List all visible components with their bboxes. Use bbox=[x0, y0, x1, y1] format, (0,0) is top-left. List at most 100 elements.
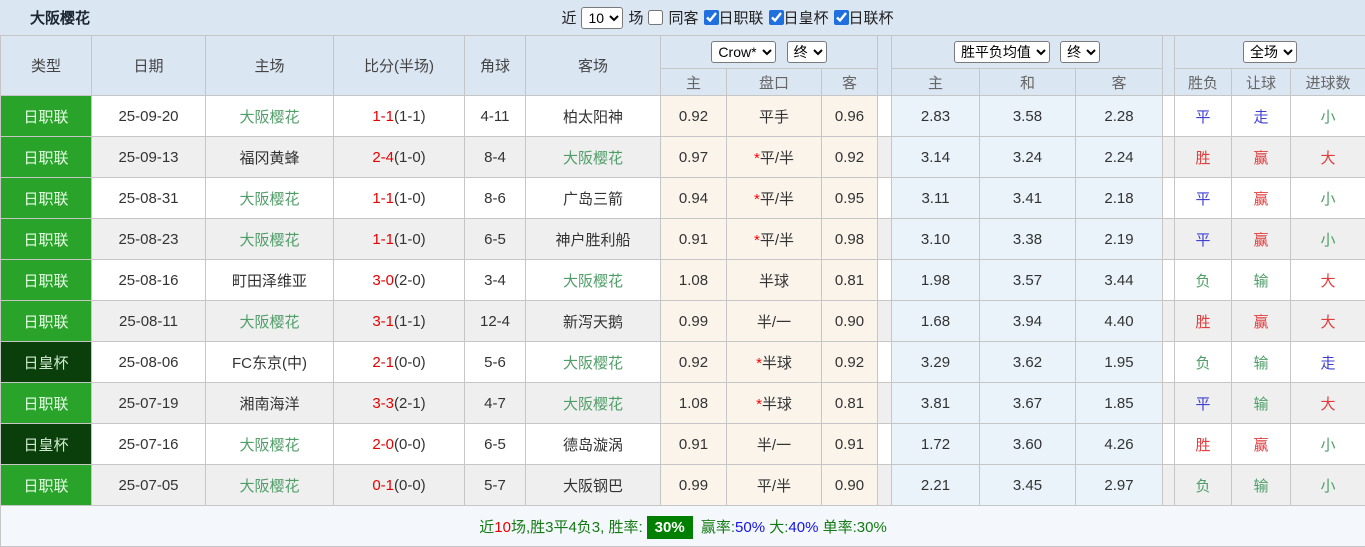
avg-draw-odds: 3.24 bbox=[979, 136, 1077, 178]
score: 2-4(1-0) bbox=[333, 136, 465, 178]
avg-home-odds: 3.11 bbox=[891, 177, 981, 219]
same-away-label: 同客 bbox=[668, 10, 699, 27]
handicap-result-cell: 赢 bbox=[1231, 136, 1292, 178]
subcol-handicap: 盘口 bbox=[726, 68, 822, 96]
away-team: 德岛漩涡 bbox=[525, 423, 661, 465]
avg-draw-odds: 3.58 bbox=[979, 95, 1077, 137]
score: 1-1(1-0) bbox=[333, 218, 465, 260]
odds-home: 0.99 bbox=[660, 300, 727, 342]
subcol-avg-away: 客 bbox=[1075, 68, 1164, 96]
handicap-line: 半/一 bbox=[726, 423, 822, 465]
subcol-goals: 进球数 bbox=[1290, 68, 1365, 96]
avg-draw-odds: 3.45 bbox=[979, 464, 1077, 506]
odds-away: 0.96 bbox=[820, 95, 879, 137]
goals-result-cell: 走 bbox=[1290, 341, 1365, 383]
match-row: 日职联 25-07-05 大阪樱花 0-1(0-0) 5-7 大阪钢巴 0.99 平/半 0.9… bbox=[0, 464, 1365, 506]
corner-count: 6-5 bbox=[464, 423, 526, 465]
match-date: 25-08-16 bbox=[91, 259, 206, 301]
topbar: 大阪樱花 近 10 场 同客 日职联 日皇杯 日联杯 bbox=[0, 0, 1365, 35]
separator-cell bbox=[1162, 95, 1176, 137]
handicap-result-cell: 输 bbox=[1231, 341, 1292, 383]
league-type-badge: 日职联 bbox=[0, 177, 92, 219]
league-type-badge: 日职联 bbox=[0, 300, 92, 342]
avg-home-odds: 3.81 bbox=[891, 382, 981, 424]
league-j1-checkbox[interactable] bbox=[703, 10, 719, 25]
avg-type-select[interactable]: 胜平负均值 bbox=[953, 41, 1050, 63]
match-date: 25-07-05 bbox=[91, 464, 206, 506]
goals-result-cell: 小 bbox=[1290, 177, 1365, 219]
emperor-cup-label: 日皇杯 bbox=[783, 10, 829, 27]
handicap-result-cell: 赢 bbox=[1231, 218, 1292, 260]
separator-cell bbox=[877, 95, 893, 137]
league-cup-label: 日联杯 bbox=[848, 10, 894, 27]
avg-away-odds: 1.85 bbox=[1075, 382, 1164, 424]
odds-company-select[interactable]: Crow* bbox=[711, 41, 777, 63]
col-header-date: 日期 bbox=[91, 35, 206, 96]
avg-draw-odds: 3.57 bbox=[979, 259, 1077, 301]
recent-count-select[interactable]: 10 bbox=[581, 6, 624, 29]
league-type-badge: 日皇杯 bbox=[0, 341, 92, 383]
handicap-result-cell: 赢 bbox=[1231, 423, 1292, 465]
handicap-result-cell: 输 bbox=[1231, 382, 1292, 424]
same-away-checkbox[interactable] bbox=[648, 10, 664, 25]
corner-count: 12-4 bbox=[464, 300, 526, 342]
separator-column bbox=[877, 35, 893, 96]
corner-count: 6-5 bbox=[464, 218, 526, 260]
league-j1-label: 日职联 bbox=[718, 10, 764, 27]
corner-count: 3-4 bbox=[464, 259, 526, 301]
separator-cell bbox=[1162, 136, 1176, 178]
result-cell: 平 bbox=[1174, 382, 1233, 424]
result-cell: 平 bbox=[1174, 218, 1233, 260]
odds-away: 0.92 bbox=[820, 136, 879, 178]
filter-controls: 近 10 场 同客 日职联 日皇杯 日联杯 bbox=[561, 6, 894, 29]
odds-home: 0.92 bbox=[660, 95, 727, 137]
match-row: 日皇杯 25-07-16 大阪樱花 2-0(0-0) 6-5 德岛漩涡 0.91 半/一 0.9… bbox=[0, 423, 1365, 465]
avg-away-odds: 4.40 bbox=[1075, 300, 1164, 342]
avg-home-odds: 3.29 bbox=[891, 341, 981, 383]
match-date: 25-08-31 bbox=[91, 177, 206, 219]
separator-cell bbox=[877, 464, 893, 506]
avg-select-group: 胜平负均值 终 bbox=[891, 35, 1164, 69]
odds-home: 0.91 bbox=[660, 423, 727, 465]
league-cup-checkbox[interactable] bbox=[833, 10, 849, 25]
score: 2-0(0-0) bbox=[333, 423, 465, 465]
league-type-badge: 日职联 bbox=[0, 464, 92, 506]
odds-away: 0.95 bbox=[820, 177, 879, 219]
avg-draw-odds: 3.41 bbox=[979, 177, 1077, 219]
handicap-result-cell: 输 bbox=[1231, 259, 1292, 301]
match-row: 日皇杯 25-08-06 FC东京(中) 2-1(0-0) 5-6 大阪樱花 0.92 *半球… bbox=[0, 341, 1365, 383]
odds-away: 0.81 bbox=[820, 382, 879, 424]
away-team: 广岛三箭 bbox=[525, 177, 661, 219]
avg-home-odds: 2.83 bbox=[891, 95, 981, 137]
corner-count: 5-6 bbox=[464, 341, 526, 383]
result-cell: 胜 bbox=[1174, 423, 1233, 465]
scope-select[interactable]: 全场 bbox=[1243, 41, 1298, 63]
odds-away: 0.91 bbox=[820, 423, 879, 465]
home-team: 大阪樱花 bbox=[205, 423, 334, 465]
subcol-handicap-result: 让球 bbox=[1231, 68, 1292, 96]
league-type-badge: 日职联 bbox=[0, 136, 92, 178]
match-date: 25-08-23 bbox=[91, 218, 206, 260]
match-date: 25-08-11 bbox=[91, 300, 206, 342]
emperor-cup-checkbox[interactable] bbox=[768, 10, 784, 25]
home-team: 大阪樱花 bbox=[205, 218, 334, 260]
home-team: 大阪樱花 bbox=[205, 95, 334, 137]
separator-cell bbox=[877, 259, 893, 301]
avg-away-odds: 2.19 bbox=[1075, 218, 1164, 260]
odds-state-select[interactable]: 终 bbox=[786, 41, 827, 63]
scope-select-group: 全场 bbox=[1174, 35, 1365, 69]
win-rate-badge: 30% bbox=[646, 515, 693, 539]
goals-result-cell: 小 bbox=[1290, 95, 1365, 137]
avg-state-select[interactable]: 终 bbox=[1060, 41, 1101, 63]
handicap-result-cell: 赢 bbox=[1231, 177, 1292, 219]
league-type-badge: 日职联 bbox=[0, 259, 92, 301]
away-team: 大阪樱花 bbox=[525, 382, 661, 424]
away-team: 柏太阳神 bbox=[525, 95, 661, 137]
goals-result-cell: 大 bbox=[1290, 136, 1365, 178]
goals-result-cell: 大 bbox=[1290, 259, 1365, 301]
match-date: 25-08-06 bbox=[91, 341, 206, 383]
subcol-avg-draw: 和 bbox=[979, 68, 1077, 96]
handicap-line: *半球 bbox=[726, 382, 822, 424]
handicap-result-cell: 赢 bbox=[1231, 300, 1292, 342]
home-team: 湘南海洋 bbox=[205, 382, 334, 424]
